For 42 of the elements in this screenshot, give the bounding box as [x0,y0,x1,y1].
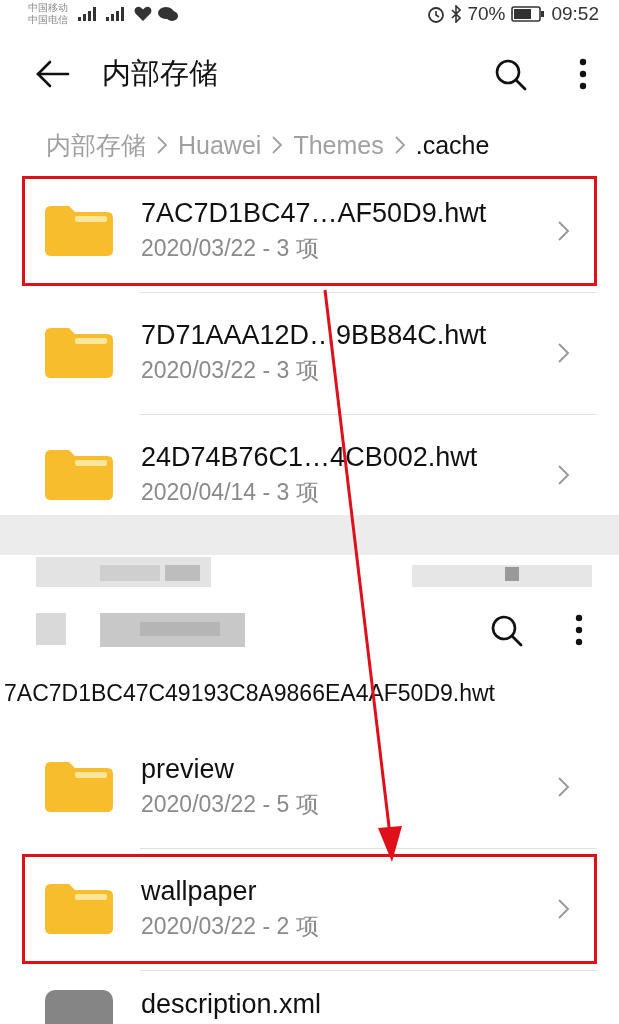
item-details: 2020/03/22 - 3 项 [141,356,320,385]
chevron-right-icon [557,220,571,242]
chevron-right-icon [557,464,571,486]
folder-icon [45,450,113,500]
carrier-name: 中国移动 [28,2,68,14]
item-details: 2020/03/22 - 5 项 [141,790,320,819]
chevron-right-icon [557,776,571,798]
file-row[interactable]: description.xml [0,970,619,1024]
chevron-right-icon [557,898,571,920]
search-icon[interactable] [493,57,527,91]
alarm-icon [427,5,446,23]
screen-title: 内部存储 [102,55,219,92]
carrier-name: 中国电信 [28,14,68,26]
folder-icon [45,884,113,934]
folder-icon [45,762,113,812]
clock-time: 09:52 [551,3,599,25]
heart-icon [134,6,152,22]
search-icon[interactable] [489,613,523,647]
bluetooth-icon [451,5,462,23]
chat-icon [158,6,178,22]
folder-row[interactable]: preview 2020/03/22 - 5 项 [0,726,619,848]
folder-row[interactable]: wallpaper 2020/03/22 - 2 项 [0,848,619,970]
folder-row[interactable]: 7AC7D1BC47…AF50D9.hwt 2020/03/22 - 3 项 [0,170,619,292]
more-icon[interactable] [579,58,587,90]
folder-icon [45,206,113,256]
file-name: wallpaper [141,876,258,907]
item-details: 2020/03/22 - 2 项 [141,912,320,941]
file-name: preview [141,754,236,785]
item-details: 2020/03/22 - 3 项 [141,234,320,263]
chevron-right-icon [393,135,406,155]
item-details: 2020/04/14 - 3 项 [141,478,320,507]
file-name: description.xml [141,990,323,1018]
chevron-right-icon [271,135,284,155]
chevron-right-icon [156,135,168,155]
chevron-right-icon [557,342,571,364]
back-arrow-icon[interactable] [36,60,70,88]
file-name: 7AC7D1BC47…AF50D9.hwt [141,198,488,229]
folder-icon [45,328,113,378]
battery-percent: 70% [467,3,506,25]
more-icon[interactable] [575,614,583,646]
breadcrumb-item[interactable]: .cache [415,130,490,160]
battery-icon [511,6,546,22]
